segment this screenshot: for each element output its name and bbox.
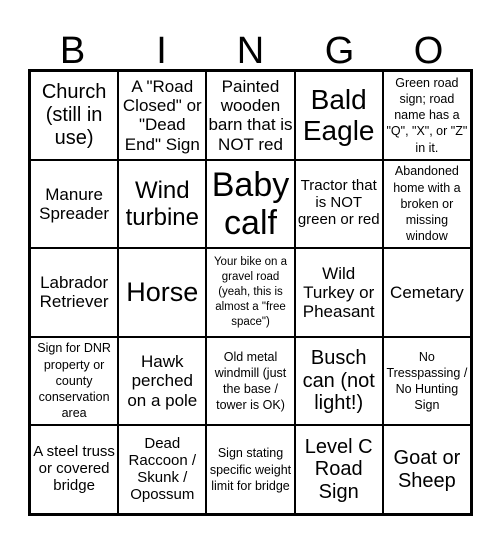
cell-text: Church (still in use) (41, 81, 107, 149)
cell-text: Manure Spreader (39, 184, 110, 223)
cell-text: Tractor that is NOT green or red (297, 177, 380, 229)
bingo-cell[interactable]: Baby calf (206, 159, 295, 249)
bingo-cell[interactable]: Green road sign; road name has a "Q", "X… (382, 71, 471, 160)
bingo-cell[interactable]: Goat or Sheep (382, 425, 471, 514)
cell-text: No Tresspassing / No Hunting Sign (386, 349, 468, 413)
bingo-cell[interactable]: Hawk perched on a pole (118, 336, 207, 426)
cell-text: Old metal windmill (just the base / towe… (214, 349, 287, 413)
cell-text: Busch can (not light!) (302, 347, 375, 415)
cell-text: Level C Road Sign (304, 435, 373, 503)
bingo-cell[interactable]: A "Road Closed" or "Dead End" Sign (118, 71, 207, 160)
bingo-cell[interactable]: Cemetary (382, 248, 471, 337)
bingo-cell[interactable]: Wind turbine (118, 159, 207, 249)
bingo-cell[interactable]: Wild Turkey or Pheasant (294, 248, 383, 337)
bingo-cell[interactable]: Manure Spreader (30, 159, 119, 249)
cell-text: Green road sign; road name has a "Q", "X… (386, 75, 468, 155)
bingo-cell[interactable]: Your bike on a gravel road (yeah, this i… (206, 248, 295, 337)
bingo-cell[interactable]: No Tresspassing / No Hunting Sign (382, 336, 471, 426)
cell-text: Bald Eagle (302, 83, 375, 147)
header-letter-o: O (413, 30, 444, 72)
cell-text: Sign stating specific weight limit for b… (209, 446, 292, 493)
bingo-cell[interactable]: Old metal windmill (just the base / towe… (206, 336, 295, 426)
bingo-cell[interactable]: Abandoned home with a broken or missing … (382, 159, 471, 249)
cell-text: A "Road Closed" or "Dead End" Sign (122, 76, 202, 154)
cell-text: Goat or Sheep (393, 447, 461, 492)
header-letter-g: G (324, 30, 355, 72)
bingo-cell[interactable]: A steel truss or covered bridge (30, 425, 119, 514)
cell-text: Wind turbine (125, 176, 199, 231)
bingo-cell[interactable]: Bald Eagle (294, 71, 383, 160)
cell-text: Labrador Retriever (39, 273, 109, 312)
header-letter-n: N (236, 30, 265, 72)
bingo-cell[interactable]: Horse (118, 248, 207, 337)
cell-text: A steel truss or covered bridge (33, 443, 115, 495)
cell-text: Horse (126, 277, 199, 308)
bingo-board: Church (still in use) A "Road Closed" or… (28, 69, 473, 516)
bingo-cell[interactable]: Sign stating specific weight limit for b… (206, 425, 295, 514)
cell-text: Your bike on a gravel road (yeah, this i… (213, 256, 288, 328)
bingo-cell[interactable]: Dead Raccoon / Skunk / Opossum (118, 425, 207, 514)
cell-text: Painted wooden barn that is NOT red (208, 76, 293, 154)
bingo-cell[interactable]: Busch can (not light!) (294, 336, 383, 426)
cell-text: Sign for DNR property or county conserva… (37, 341, 111, 421)
cell-text: Abandoned home with a broken or missing … (393, 164, 461, 244)
cell-text: Wild Turkey or Pheasant (302, 263, 375, 322)
header-letter-i: I (156, 30, 167, 72)
cell-text: Baby calf (211, 165, 290, 242)
bingo-header: B I N G O (28, 24, 473, 70)
bingo-cell[interactable]: Painted wooden barn that is NOT red (206, 71, 295, 160)
bingo-cell[interactable]: Level C Road Sign (294, 425, 383, 514)
header-letter-b: B (59, 30, 86, 72)
bingo-cell[interactable]: Sign for DNR property or county conserva… (30, 336, 119, 426)
bingo-cell[interactable]: Tractor that is NOT green or red (294, 159, 383, 249)
cell-text: Hawk perched on a pole (127, 352, 198, 410)
bingo-cell[interactable]: Church (still in use) (30, 71, 119, 160)
cell-text: Cemetary (390, 282, 464, 302)
cell-text: Dead Raccoon / Skunk / Opossum (128, 434, 197, 503)
bingo-cell[interactable]: Labrador Retriever (30, 248, 119, 337)
